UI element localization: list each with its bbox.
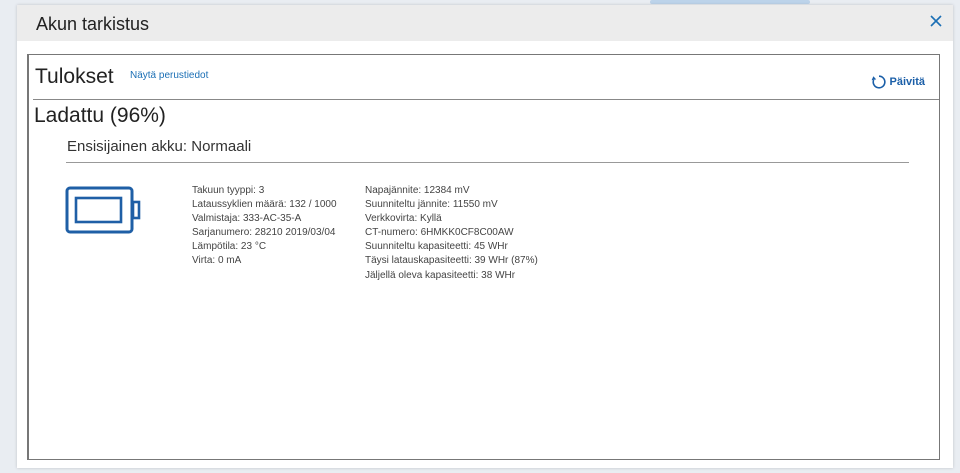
dialog-title: Akun tarkistus [36, 14, 150, 34]
close-icon[interactable] [925, 10, 947, 32]
remaining-capacity: Jäljellä oleva kapasiteetti: 38 WHr [365, 269, 516, 281]
refresh-icon [871, 75, 886, 89]
results-divider [33, 99, 939, 100]
background-highlight [650, 0, 810, 4]
results-panel: Tulokset Näytä perustiedot Päivitä Ladat… [27, 54, 940, 460]
design-voltage: Suunniteltu jännite: 11550 mV [365, 199, 498, 211]
battery-check-dialog: Akun tarkistus Tulokset Näytä perustiedo… [17, 5, 953, 468]
current: Virta: 0 mA [192, 255, 242, 267]
ac-power: Verkkovirta: Kyllä [365, 213, 442, 225]
design-capacity: Suunniteltu kapasiteetti: 45 WHr [365, 241, 508, 253]
ct-number: CT-numero: 6HMKK0CF8C00AW [365, 227, 514, 239]
full-charge-capacity: Täysi latauskapasiteetti: 39 WHr (87%) [365, 255, 538, 267]
battery-details-right: Napajännite: 12384 mV Suunniteltu jännit… [365, 184, 538, 283]
serial-number: Sarjanumero: 28210 2019/03/04 [192, 227, 336, 239]
warranty-type: Takuun tyyppi: 3 [192, 185, 265, 196]
refresh-label: Päivitä [889, 76, 925, 88]
charge-status: Ladattu (96%) [34, 104, 166, 127]
show-basic-info-link[interactable]: Näytä perustiedot [130, 70, 208, 81]
manufacturer: Valmistaja: 333-AC-35-A [192, 213, 302, 225]
temperature: Lämpötila: 23 °C [192, 241, 267, 253]
dialog-titlebar: Akun tarkistus [17, 5, 953, 41]
primary-battery-status: Ensisijainen akku: Normaali [67, 138, 252, 155]
refresh-button[interactable]: Päivitä [871, 72, 925, 92]
charge-cycle-count: Lataussyklien määrä: 132 / 1000 [192, 199, 337, 211]
battery-details-left: Takuun tyyppi: 3 Lataussyklien määrä: 13… [192, 184, 337, 269]
results-title: Tulokset [35, 65, 114, 88]
terminal-voltage: Napajännite: 12384 mV [365, 185, 470, 196]
battery-divider [66, 162, 909, 163]
battery-icon [65, 186, 141, 234]
